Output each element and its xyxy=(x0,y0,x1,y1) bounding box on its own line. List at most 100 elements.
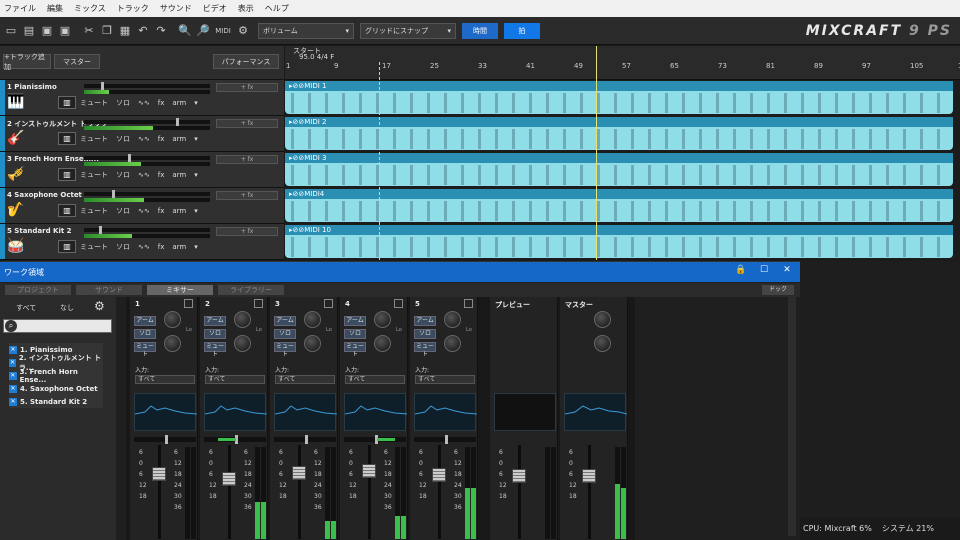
gain-knob[interactable] xyxy=(374,311,391,328)
master-fader-track[interactable] xyxy=(588,445,591,539)
arm-button[interactable]: アーム xyxy=(204,316,226,326)
strip-settings-icon[interactable] xyxy=(184,299,193,308)
fader-handle[interactable] xyxy=(112,190,116,198)
pan-knob[interactable] xyxy=(444,335,461,352)
undo-icon[interactable]: ↶ xyxy=(136,24,150,38)
volume-fader[interactable] xyxy=(84,118,210,126)
add-fx-button[interactable]: + fx xyxy=(216,119,278,128)
fader-handle[interactable] xyxy=(152,467,166,481)
menu-item[interactable]: ミックス xyxy=(74,3,106,14)
filter-all-button[interactable]: すべて xyxy=(16,303,36,313)
volume-fader[interactable] xyxy=(84,226,210,234)
filter-none-button[interactable]: なし xyxy=(60,303,74,313)
pan-slider[interactable] xyxy=(274,435,336,444)
pan-handle[interactable] xyxy=(165,435,168,444)
pan-knob[interactable] xyxy=(304,335,321,352)
track-name[interactable]: 1 Pianissimo xyxy=(7,83,57,91)
arm-button[interactable]: arm xyxy=(172,135,186,143)
envelope-icon[interactable]: ∿∿ xyxy=(138,171,150,179)
fx-button[interactable]: fx xyxy=(158,135,165,143)
midi-icon[interactable]: MIDI xyxy=(214,24,232,38)
checkbox-icon[interactable]: ✕ xyxy=(9,397,17,406)
menu-item[interactable]: トラック xyxy=(117,3,149,14)
input-select[interactable]: すべて xyxy=(415,375,475,384)
eq-display[interactable] xyxy=(134,393,198,431)
track-row[interactable]: 4 Saxophone Octet 🎷 + fx ▥ ミュート ソロ ∿∿ fx arm ▾ xyxy=(0,188,284,224)
arm-button[interactable]: arm xyxy=(172,207,186,215)
fader-handle[interactable] xyxy=(101,82,105,90)
volume-fader[interactable] xyxy=(84,190,210,198)
fader-handle[interactable] xyxy=(362,464,376,479)
strip-settings-icon[interactable] xyxy=(394,299,403,308)
solo-button[interactable]: ソロ xyxy=(344,329,366,339)
solo-button[interactable]: ソロ xyxy=(116,206,130,216)
add-track-button[interactable]: +トラック追加 xyxy=(3,53,51,71)
add-fx-button[interactable]: + fx xyxy=(216,191,278,200)
midi-clip[interactable]: ▸⊘⊘ MIDI 10 xyxy=(285,225,953,258)
cut-icon[interactable]: ✂ xyxy=(82,24,96,38)
fader-handle[interactable] xyxy=(98,226,102,234)
keyboard-icon[interactable]: ▥ xyxy=(58,204,76,217)
arm-button[interactable]: arm xyxy=(172,243,186,251)
copy-icon[interactable]: ❐ xyxy=(100,24,114,38)
gain-knob[interactable] xyxy=(234,311,251,328)
arm-button[interactable]: アーム xyxy=(134,316,156,326)
envelope-icon[interactable]: ∿∿ xyxy=(138,135,150,143)
solo-button[interactable]: ソロ xyxy=(274,329,296,339)
solo-button[interactable]: ソロ xyxy=(116,98,130,108)
fx-button[interactable]: fx xyxy=(158,171,165,179)
paste-icon[interactable]: ▦ xyxy=(118,24,132,38)
arm-button[interactable]: アーム xyxy=(414,316,436,326)
fader-handle[interactable] xyxy=(432,468,446,483)
track-row[interactable]: 5 Standard Kit 2 🥁 + fx ▥ ミュート ソロ ∿∿ fx arm ▾ xyxy=(0,224,284,260)
mute-button[interactable]: ミュート xyxy=(80,206,108,216)
eq-display[interactable] xyxy=(274,393,338,431)
pan-slider[interactable] xyxy=(134,435,196,444)
tab-3[interactable]: ライブラリー xyxy=(218,285,284,295)
keyboard-icon[interactable]: ▥ xyxy=(58,168,76,181)
settings-icon[interactable]: ⚙ xyxy=(236,24,250,38)
pan-handle[interactable] xyxy=(445,435,448,444)
fader-handle[interactable] xyxy=(222,472,236,487)
fader-track[interactable] xyxy=(368,445,371,539)
fader-track[interactable] xyxy=(158,445,161,539)
fader-track[interactable] xyxy=(298,445,301,539)
gain-knob[interactable] xyxy=(304,311,321,328)
gain-knob[interactable] xyxy=(164,311,181,328)
checkbox-icon[interactable]: ✕ xyxy=(9,384,17,393)
tab-2[interactable]: ミキサー xyxy=(147,285,213,295)
search-input[interactable]: ⌕ xyxy=(3,319,112,333)
save-icon[interactable]: ▣ xyxy=(40,24,54,38)
mute-button[interactable]: ミュート xyxy=(80,242,108,252)
track-row[interactable]: 3 French Horn Ensem... 🎺 + fx ▥ ミュート ソロ ∿∿ fx ar… xyxy=(0,152,284,188)
track-name[interactable]: 4 Saxophone Octet xyxy=(7,191,82,199)
chevron-down-icon[interactable]: ▾ xyxy=(194,171,198,179)
mute-button[interactable]: ミュート xyxy=(204,342,226,358)
zoom-out-icon[interactable]: 🔎 xyxy=(196,24,210,38)
gear-icon[interactable]: ⚙ xyxy=(94,299,105,313)
checkbox-icon[interactable]: ✕ xyxy=(9,371,17,380)
master-eq-display[interactable] xyxy=(564,393,628,431)
envelope-icon[interactable]: ∿∿ xyxy=(138,243,150,251)
solo-button[interactable]: ソロ xyxy=(134,329,156,339)
open-folder-icon[interactable]: ▤ xyxy=(22,24,36,38)
keyboard-icon[interactable]: ▥ xyxy=(58,132,76,145)
track-checkbox-item[interactable]: ✕ 3. French Horn Ense... xyxy=(9,368,103,384)
keyboard-icon[interactable]: ▥ xyxy=(58,240,76,253)
gain-knob[interactable] xyxy=(444,311,461,328)
solo-button[interactable]: ソロ xyxy=(116,134,130,144)
mute-button[interactable]: ミュート xyxy=(134,342,156,358)
new-file-icon[interactable]: ▭ xyxy=(4,24,18,38)
mute-button[interactable]: ミュート xyxy=(414,342,436,358)
menu-item[interactable]: ヘルプ xyxy=(265,3,289,14)
eq-display[interactable] xyxy=(414,393,478,431)
menu-item[interactable]: ファイル xyxy=(4,3,36,14)
chevron-down-icon[interactable]: ▾ xyxy=(194,207,198,215)
track-checkbox-item[interactable]: ✕ 4. Saxophone Octet xyxy=(9,382,103,395)
strip-settings-icon[interactable] xyxy=(254,299,263,308)
master-knob[interactable] xyxy=(594,311,611,328)
tab-0[interactable]: プロジェクト xyxy=(5,285,71,295)
input-select[interactable]: すべて xyxy=(205,375,265,384)
menu-item[interactable]: ビデオ xyxy=(203,3,227,14)
track-checkbox-item[interactable]: ✕ 5. Standard Kit 2 xyxy=(9,395,103,408)
